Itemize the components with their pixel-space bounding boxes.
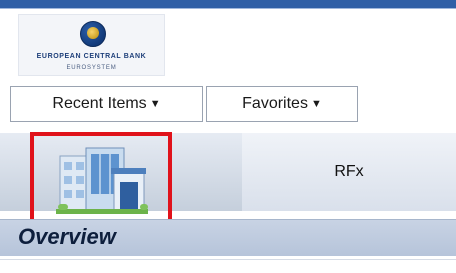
logo-subname: EUROSYSTEM (66, 65, 117, 71)
recent-items-caret-icon: ▼ (149, 97, 161, 110)
top-bar (0, 0, 456, 8)
recent-items-button[interactable]: Recent Items ▼ (10, 86, 203, 122)
ecb-logo: EUROPEAN CENTRAL BANK EUROSYSTEM (18, 14, 165, 76)
overview-header: Overview (0, 219, 456, 256)
favorites-label: Favorites (242, 95, 308, 112)
top-bar-divider (0, 8, 456, 9)
logo-name: EUROPEAN CENTRAL BANK (36, 53, 147, 60)
divider (0, 259, 456, 260)
euro-emblem-icon (80, 21, 106, 47)
tab-rfx-label: RFx (334, 163, 364, 180)
page-title: Overview (18, 224, 116, 249)
recent-items-label: Recent Items (52, 95, 147, 112)
favorites-caret-icon: ▼ (310, 97, 322, 110)
home-tab-highlight (30, 132, 172, 225)
tab-rfx[interactable]: RFx (242, 133, 456, 211)
favorites-button[interactable]: Favorites ▼ (206, 86, 358, 122)
